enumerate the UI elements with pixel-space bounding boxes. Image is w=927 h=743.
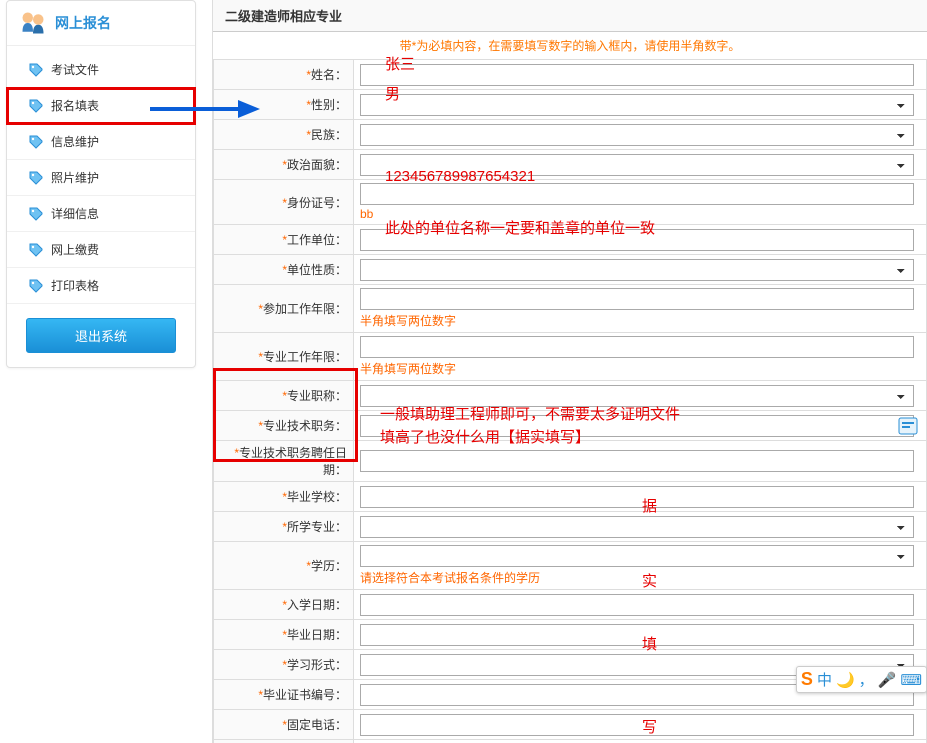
tag-icon <box>29 207 43 221</box>
workunit-input[interactable] <box>360 229 914 251</box>
tag-icon <box>29 99 43 113</box>
tag-icon <box>29 279 43 293</box>
political-select[interactable] <box>360 154 914 176</box>
form-note: 带*为必填内容，在需要填写数字的输入框内，请使用半角数字。 <box>213 32 927 59</box>
grad-date-input[interactable] <box>360 624 914 646</box>
sidebar-item-label: 信息维护 <box>51 133 99 150</box>
sidebar-item-label: 打印表格 <box>51 277 99 294</box>
ime-lang-indicator[interactable]: 中 <box>817 669 832 690</box>
sidebar-item-detail-info[interactable]: 详细信息 <box>7 196 195 232</box>
ime-mic-icon[interactable]: 🎤 <box>878 671 897 689</box>
arrow-annotation <box>150 97 260 121</box>
pro-years-input[interactable] <box>360 336 914 358</box>
form-table: *姓名： *性别： *民族： *政治面貌： *身份证号： bb *工作单位： <box>213 59 927 743</box>
label-name: *姓名： <box>214 60 354 90</box>
label-tech-post: *专业技术职务： <box>214 411 354 441</box>
sidebar-item-label: 照片维护 <box>51 169 99 186</box>
label-tech-post-date: *专业技术职务聘任日期： <box>214 441 354 482</box>
label-enroll-date: *入学日期： <box>214 590 354 620</box>
ime-punct-icon[interactable]: ， <box>859 669 874 690</box>
idno-input[interactable] <box>360 183 914 205</box>
tag-icon <box>29 243 43 257</box>
label-work-years: *参加工作年限： <box>214 285 354 333</box>
phone-input[interactable] <box>360 714 914 736</box>
tag-icon <box>29 171 43 185</box>
sidebar: 网上报名 考试文件 报名填表 信息维护 照片维护 详细信息 网上缴费 打印表 <box>6 0 196 368</box>
sidebar-item-photo-maintain[interactable]: 照片维护 <box>7 160 195 196</box>
sidebar-item-online-pay[interactable]: 网上缴费 <box>7 232 195 268</box>
ime-moon-icon[interactable]: 🌙 <box>836 671 855 689</box>
idno-hint: bb <box>360 207 920 221</box>
sidebar-item-exam-docs[interactable]: 考试文件 <box>7 52 195 88</box>
sidebar-item-label: 详细信息 <box>51 205 99 222</box>
sidebar-item-label: 网上缴费 <box>51 241 99 258</box>
grad-school-input[interactable] <box>360 486 914 508</box>
label-cert-no: *毕业证书编号： <box>214 680 354 710</box>
name-input[interactable] <box>360 64 914 86</box>
section-title: 二级建造师相应专业 <box>213 0 927 32</box>
label-idno: *身份证号： <box>214 180 354 225</box>
ime-keyboard-icon[interactable]: ⌨ <box>900 671 922 689</box>
label-grad-school: *毕业学校： <box>214 482 354 512</box>
label-ethnic: *民族： <box>214 120 354 150</box>
sidebar-header: 网上报名 <box>7 1 195 46</box>
enroll-date-input[interactable] <box>360 594 914 616</box>
label-unit-type: *单位性质： <box>214 255 354 285</box>
avatar-icon <box>19 9 47 37</box>
sidebar-item-print-form[interactable]: 打印表格 <box>7 268 195 304</box>
ime-toolbar[interactable]: S 中 🌙 ， 🎤 ⌨ <box>796 666 927 693</box>
nav-list: 考试文件 报名填表 信息维护 照片维护 详细信息 网上缴费 打印表格 <box>7 52 195 304</box>
label-study-form: *学习形式： <box>214 650 354 680</box>
label-phone: *固定电话： <box>214 710 354 740</box>
tag-icon <box>29 63 43 77</box>
degree-hint: 请选择符合本考试报名条件的学历 <box>360 569 920 586</box>
major-select[interactable] <box>360 516 914 538</box>
degree-select[interactable] <box>360 545 914 567</box>
tech-post-input[interactable] <box>360 415 914 437</box>
label-pro-title: *专业职称： <box>214 381 354 411</box>
tech-post-date-input[interactable] <box>360 450 914 472</box>
label-major: *所学专业： <box>214 512 354 542</box>
ime-logo-icon: S <box>801 669 813 690</box>
pro-title-select[interactable] <box>360 385 914 407</box>
logout-button[interactable]: 退出系统 <box>26 318 176 353</box>
work-years-input[interactable] <box>360 288 914 310</box>
tag-icon <box>29 135 43 149</box>
sidebar-item-label: 报名填表 <box>51 97 99 114</box>
label-email: *电子邮箱： <box>214 740 354 743</box>
label-workunit: *工作单位： <box>214 225 354 255</box>
unit-type-select[interactable] <box>360 259 914 281</box>
pro-years-hint: 半角填写两位数字 <box>360 360 920 377</box>
label-pro-years: *专业工作年限： <box>214 333 354 381</box>
sidebar-item-label: 考试文件 <box>51 61 99 78</box>
sidebar-item-info-maintain[interactable]: 信息维护 <box>7 124 195 160</box>
work-years-hint: 半角填写两位数字 <box>360 312 920 329</box>
sidebar-title: 网上报名 <box>55 13 111 33</box>
content-area: 二级建造师相应专业 带*为必填内容，在需要填写数字的输入框内，请使用半角数字。 … <box>212 0 927 743</box>
gender-select[interactable] <box>360 94 914 116</box>
label-political: *政治面貌： <box>214 150 354 180</box>
lookup-icon[interactable] <box>898 417 918 435</box>
label-degree: *学历： <box>214 542 354 590</box>
label-grad-date: *毕业日期： <box>214 620 354 650</box>
ethnic-select[interactable] <box>360 124 914 146</box>
